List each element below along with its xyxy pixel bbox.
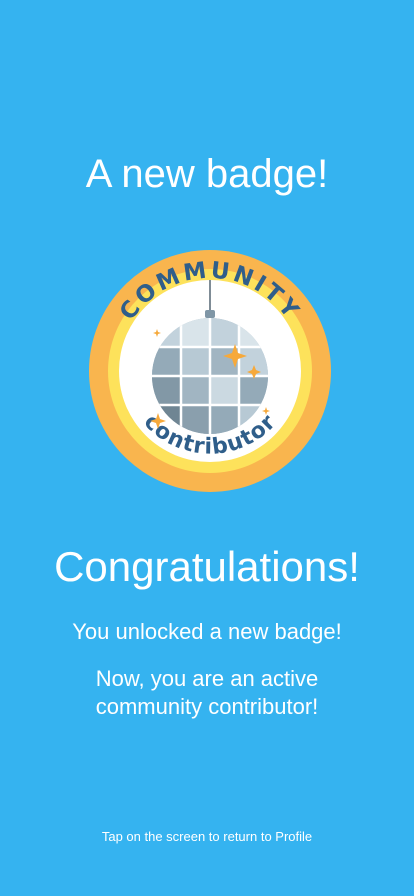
unlock-message: You unlocked a new badge! xyxy=(72,619,342,644)
badge-unlocked-screen[interactable]: A new badge! COMMUNITY contributor Congr… xyxy=(0,0,414,896)
return-to-profile-hint[interactable]: Tap on the screen to return to Profile xyxy=(0,828,414,846)
contributor-message: Now, you are an active community contrib… xyxy=(95,666,319,719)
congratulations-title: Congratulations! xyxy=(54,543,360,590)
community-contributor-badge: COMMUNITY contributor xyxy=(89,250,331,492)
page-title: A new badge! xyxy=(85,152,329,196)
